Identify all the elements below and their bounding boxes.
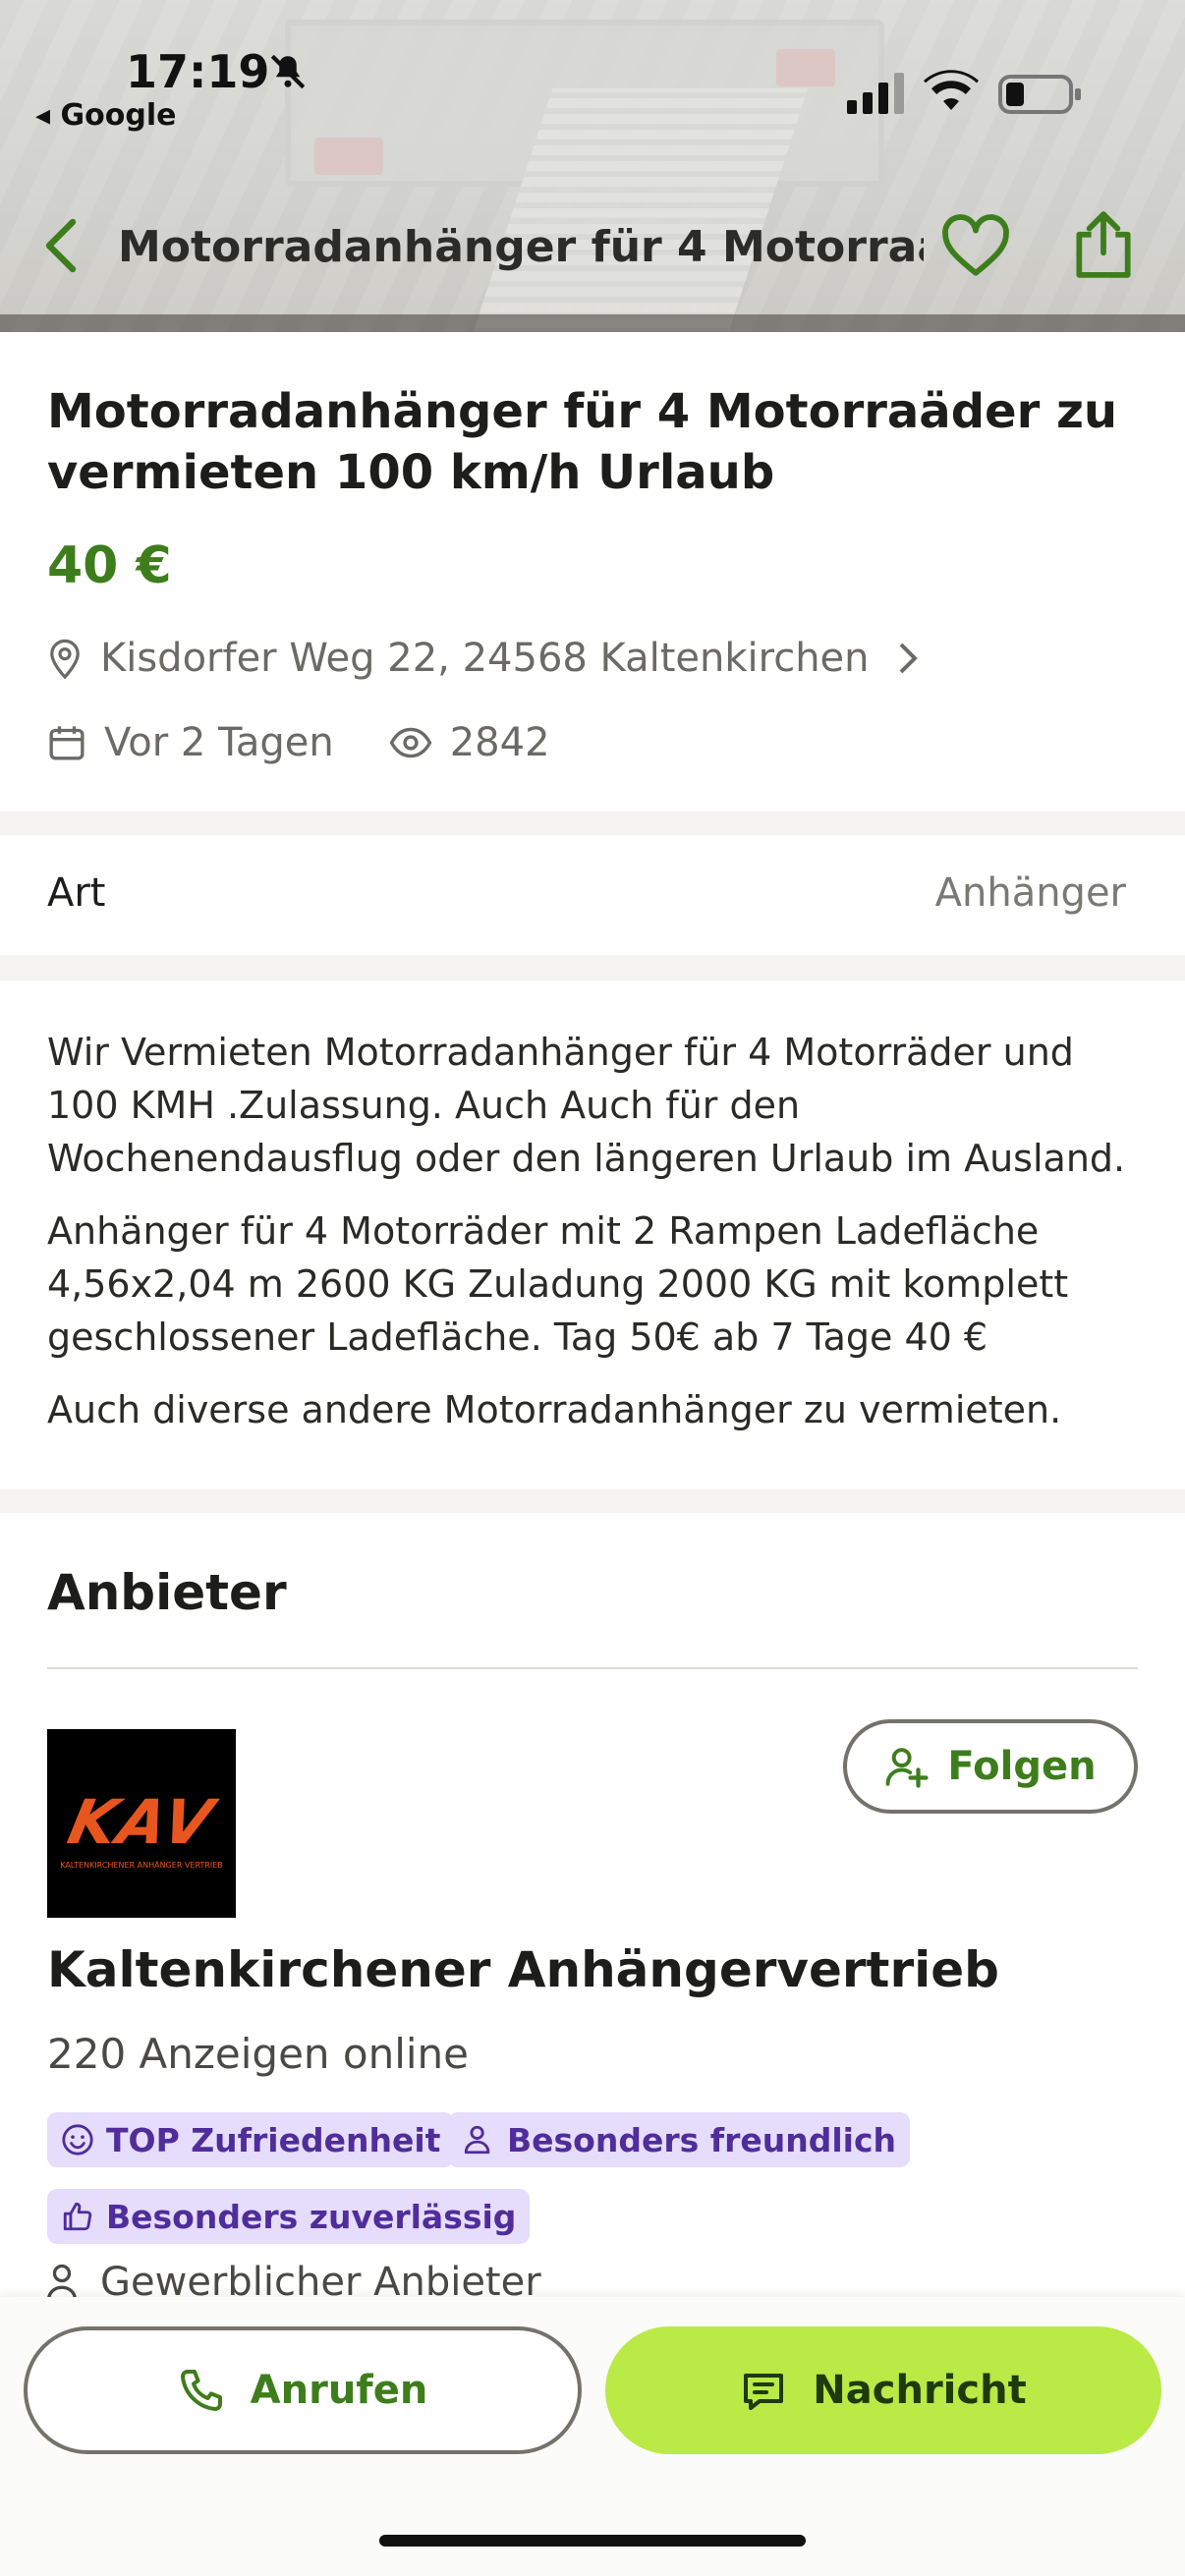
seller-card: Anbieter KAV KALTENKIRCHENER ANHÄNGER VE… <box>0 1513 1185 2305</box>
description-text: Wir Vermieten Motorradanhänger für 4 Mot… <box>47 1026 1148 1456</box>
follow-button[interactable]: Folgen <box>843 1719 1138 1814</box>
calendar-icon <box>49 726 85 760</box>
badge-friendly: Besonders freundlich <box>448 2112 911 2167</box>
badge-label: TOP Zufriedenheit <box>106 2120 441 2159</box>
wifi-icon <box>924 70 979 110</box>
seller-heading: Anbieter <box>47 1564 287 1621</box>
description-paragraph: Wir Vermieten Motorradanhänger für 4 Mot… <box>47 1031 1126 1180</box>
status-time: 17:19 <box>126 45 270 98</box>
listing-price: 40 € <box>47 536 172 595</box>
location-row[interactable]: Kisdorfer Weg 22, 24568 Kaltenkirchen <box>47 631 944 686</box>
message-label: Nachricht <box>813 2368 1027 2413</box>
attribute-value: Anhänger <box>934 870 1126 916</box>
eye-icon <box>389 727 432 758</box>
battery-icon <box>998 75 1081 114</box>
user-icon <box>464 2125 490 2155</box>
top-nav-bar: Motorradanhänger für 4 Motorraä... <box>0 196 1185 305</box>
badge-top-satisfaction: TOP Zufriedenheit <box>47 2112 455 2167</box>
badge-reliable: Besonders zuverlässig <box>47 2189 531 2244</box>
attribute-row: Art Anhänger <box>0 835 1185 955</box>
status-bar: 17:19 ◂ Google <box>0 0 1185 147</box>
posted-date: Vor 2 Tagen <box>104 720 334 765</box>
message-icon <box>744 2374 784 2410</box>
user-plus-icon <box>886 1748 930 1788</box>
user-icon <box>47 2264 77 2301</box>
listing-summary-card: Motorradanhänger für 4 Motorraäder zu ve… <box>0 332 1185 812</box>
seller-logo-mark: KAV <box>62 1786 221 1858</box>
call-label: Anrufen <box>250 2368 428 2413</box>
cellular-signal-icon <box>847 73 904 114</box>
view-count: 2842 <box>449 720 550 765</box>
seller-logo-subtext: KALTENKIRCHENER ANHÄNGER VERTRIEB <box>60 1861 223 1870</box>
divider <box>47 1667 1138 1669</box>
seller-name[interactable]: Kaltenkirchener Anhängervertrieb <box>47 1941 999 1998</box>
chevron-left-icon[interactable] <box>41 216 81 275</box>
seller-logo[interactable]: KAV KALTENKIRCHENER ANHÄNGER VERTRIEB <box>47 1729 236 1918</box>
seller-ads-count[interactable]: 220 Anzeigen online <box>47 2030 469 2078</box>
photo-edge <box>0 314 1185 332</box>
listing-title: Motorradanhänger für 4 Motorraäder zu ve… <box>47 384 1118 500</box>
follow-label: Folgen <box>947 1744 1097 1789</box>
date-views-row: Vor 2 Tagen 2842 <box>47 715 550 770</box>
smiley-icon <box>62 2124 93 2156</box>
attribute-label: Art <box>47 870 106 916</box>
phone-icon <box>180 2369 222 2411</box>
message-button[interactable]: Nachricht <box>605 2326 1161 2454</box>
back-to-app-link[interactable]: ◂ Google <box>35 98 176 133</box>
description-paragraph: Auch diverse andere Motorradanhänger zu … <box>47 1388 1062 1431</box>
home-indicator[interactable] <box>379 2535 806 2547</box>
description-paragraph: Anhänger für 4 Motorräder mit 2 Rampen L… <box>47 1209 1069 1359</box>
badge-label: Besonders zuverlässig <box>106 2197 517 2236</box>
heart-icon[interactable] <box>941 214 1010 279</box>
share-icon[interactable] <box>1069 208 1138 281</box>
description-card: Wir Vermieten Motorradanhänger für 4 Mot… <box>0 980 1185 1489</box>
call-button[interactable]: Anrufen <box>24 2326 582 2454</box>
view-count-group: 2842 <box>389 720 550 765</box>
location-text: Kisdorfer Weg 22, 24568 Kaltenkirchen <box>100 636 870 681</box>
bell-slash-icon <box>270 54 306 89</box>
badge-label: Besonders freundlich <box>507 2120 897 2159</box>
thumbs-up-icon <box>63 2202 92 2231</box>
map-pin-icon <box>50 639 80 680</box>
chevron-right-icon <box>899 643 918 674</box>
nav-title: Motorradanhänger für 4 Motorraä... <box>118 222 924 272</box>
